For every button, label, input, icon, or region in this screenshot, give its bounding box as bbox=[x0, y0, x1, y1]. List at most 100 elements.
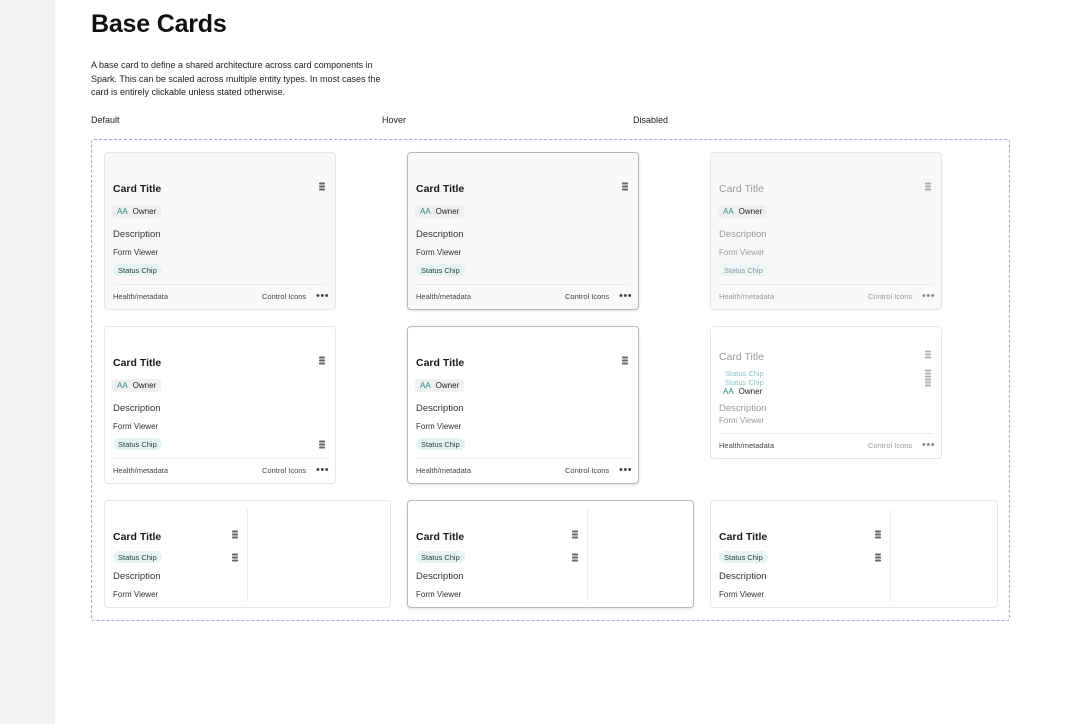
control-icons-label: Control Icons bbox=[868, 441, 913, 450]
card-vertical-divider bbox=[890, 509, 891, 601]
more-dots-icon: ••• bbox=[922, 439, 936, 451]
card-row3-disabled: Card Title Status Chip Description Form … bbox=[710, 500, 998, 608]
owner-name: Owner bbox=[435, 207, 460, 216]
card-divider bbox=[719, 433, 933, 434]
stack-icon[interactable] bbox=[318, 356, 326, 365]
stack-icon[interactable] bbox=[621, 356, 629, 365]
control-icons-label: Control Icons bbox=[262, 292, 307, 301]
form-viewer-label: Form Viewer bbox=[719, 590, 765, 599]
card-description: Description bbox=[113, 403, 161, 414]
card-divider bbox=[719, 284, 933, 285]
owner-initials: AA bbox=[723, 207, 734, 216]
card-divider bbox=[113, 284, 327, 285]
intro-text: A base card to define a shared architect… bbox=[91, 60, 381, 97]
control-icons-label: Control Icons bbox=[868, 292, 913, 301]
stack-icon[interactable] bbox=[318, 182, 326, 191]
card-title: Card Title bbox=[113, 183, 162, 195]
stack-icon[interactable] bbox=[231, 530, 239, 539]
card-row1-default[interactable]: Card Title AA Owner Description Form View… bbox=[104, 152, 336, 310]
card-title: Card Title bbox=[416, 531, 465, 543]
card-row2-disabled: Card Title Status Chip Status Chip AA Own… bbox=[710, 326, 942, 459]
stack-icon[interactable] bbox=[231, 553, 239, 562]
health-metadata: Health/metadata bbox=[719, 292, 775, 301]
owner-initials: AA bbox=[420, 207, 431, 216]
stack-icon[interactable] bbox=[318, 440, 326, 449]
card-divider bbox=[416, 284, 630, 285]
left-rail bbox=[0, 0, 55, 724]
card-vertical-divider bbox=[247, 509, 248, 601]
card-description: Description bbox=[113, 571, 161, 582]
owner-tag: AA Owner bbox=[112, 205, 162, 218]
card-row3-default[interactable]: Card Title Status Chip Description Form … bbox=[104, 500, 391, 608]
card-row3-hover[interactable]: Card Title Status Chip Description Form … bbox=[407, 500, 694, 608]
card-description: Description bbox=[719, 571, 767, 582]
card-row2-hover[interactable]: Card Title AA Owner Description Form View… bbox=[407, 326, 639, 484]
stack-icon bbox=[875, 553, 881, 562]
health-metadata: Health/metadata bbox=[719, 441, 775, 450]
stack-icon bbox=[925, 369, 931, 378]
health-metadata: Health/metadata bbox=[416, 466, 472, 475]
stack-icon[interactable] bbox=[571, 530, 579, 539]
health-metadata: Health/metadata bbox=[416, 292, 472, 301]
health-metadata: Health/metadata bbox=[113, 466, 169, 475]
stack-icon bbox=[925, 378, 931, 387]
status-chip: Status Chip bbox=[113, 551, 162, 563]
stack-icon[interactable] bbox=[621, 182, 629, 191]
form-viewer-label: Form Viewer bbox=[416, 422, 462, 431]
form-viewer-label: Form Viewer bbox=[113, 590, 159, 599]
more-dots-icon[interactable]: ••• bbox=[619, 465, 632, 476]
stack-icon[interactable] bbox=[571, 553, 579, 562]
owner-initials: AA bbox=[420, 381, 431, 390]
owner-tag: AA Owner bbox=[718, 386, 767, 397]
form-viewer-label: Form Viewer bbox=[416, 590, 462, 599]
column-label-default: Default bbox=[91, 115, 120, 125]
form-viewer-label: Form Viewer bbox=[416, 248, 462, 257]
card-description: Description bbox=[719, 229, 767, 240]
form-viewer-label: Form Viewer bbox=[113, 248, 159, 257]
column-label-disabled: Disabled bbox=[633, 115, 669, 125]
more-dots-icon[interactable]: ••• bbox=[619, 291, 632, 302]
owner-tag: AA Owner bbox=[718, 205, 768, 218]
card-title: Card Title bbox=[416, 183, 465, 195]
status-chip: Status Chip bbox=[416, 551, 465, 563]
control-icons-label: Control Icons bbox=[565, 466, 610, 475]
card-row1-hover[interactable]: Card Title AA Owner Description Form View… bbox=[407, 152, 639, 310]
status-chip-ghost: Status Chip bbox=[725, 369, 764, 378]
card-title: Card Title bbox=[719, 531, 768, 543]
status-chip: Status Chip bbox=[113, 264, 162, 276]
more-dots-icon: ••• bbox=[922, 290, 936, 302]
card-description: Description bbox=[416, 229, 464, 240]
card-divider bbox=[416, 458, 630, 459]
owner-initials: AA bbox=[117, 381, 128, 390]
card-description: Description bbox=[113, 229, 161, 240]
card-title: Card Title bbox=[113, 357, 162, 369]
card-vertical-divider bbox=[587, 509, 588, 601]
more-dots-icon[interactable]: ••• bbox=[316, 465, 329, 476]
control-icons-label: Control Icons bbox=[565, 292, 610, 301]
control-icons-label: Control Icons bbox=[262, 466, 307, 475]
card-description: Description bbox=[416, 403, 464, 414]
health-metadata: Health/metadata bbox=[113, 292, 169, 301]
card-title: Card Title bbox=[113, 531, 162, 543]
status-chip: Status Chip bbox=[719, 264, 768, 276]
owner-initials: AA bbox=[723, 387, 734, 396]
more-dots-icon[interactable]: ••• bbox=[316, 291, 329, 302]
card-title: Card Title bbox=[719, 183, 764, 195]
owner-name: Owner bbox=[132, 207, 157, 216]
form-viewer-label: Form Viewer bbox=[113, 422, 159, 431]
card-row2-default[interactable]: Card Title AA Owner Description Form View… bbox=[104, 326, 336, 484]
column-label-hover: Hover bbox=[382, 115, 407, 125]
status-chip: Status Chip bbox=[416, 264, 465, 276]
owner-name: Owner bbox=[738, 207, 763, 216]
owner-tag: AA Owner bbox=[415, 205, 465, 218]
owner-name: Owner bbox=[738, 387, 763, 396]
card-description: Description bbox=[416, 571, 464, 582]
card-description: Description bbox=[719, 403, 767, 414]
stack-icon bbox=[925, 182, 931, 191]
form-viewer-label: Form Viewer bbox=[719, 248, 765, 257]
form-viewer-label: Form Viewer bbox=[719, 416, 765, 425]
owner-name: Owner bbox=[435, 381, 460, 390]
stack-icon bbox=[925, 350, 931, 359]
status-chip: Status Chip bbox=[113, 438, 162, 450]
card-title: Card Title bbox=[416, 357, 465, 369]
